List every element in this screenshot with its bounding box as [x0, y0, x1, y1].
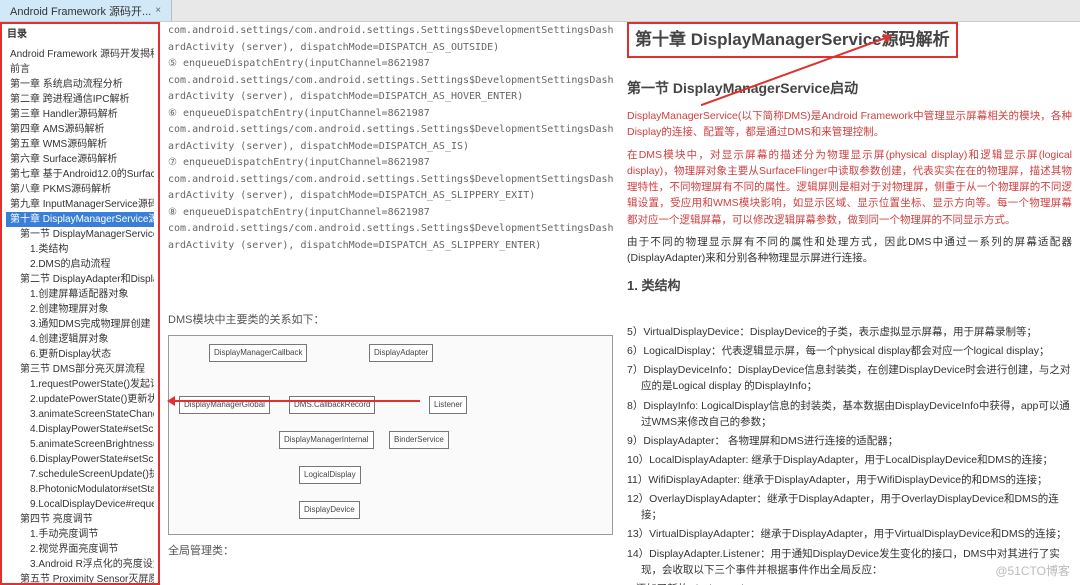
- toc-item[interactable]: 1.requestPowerState()发起请求: [6, 377, 154, 392]
- toc-item[interactable]: 2.创建物理屏对象: [6, 302, 154, 317]
- list-item: 12）OverlayDisplayAdapter：继承于DisplayAdapt…: [627, 491, 1072, 524]
- code-block: com.android.settings/com.android.setting…: [168, 23, 613, 253]
- diagram-box: BinderService: [389, 431, 449, 449]
- main-layout: 目录 Android Framework 源码开发揭秘 前言第一章 系统启动流程…: [0, 22, 1080, 585]
- paragraph: 在DMS模块中，对显示屏幕的描述分为物理显示屏(physical display…: [627, 147, 1072, 228]
- code-line: com.android.settings/com.android.setting…: [168, 23, 613, 39]
- toc-item[interactable]: 1.类结构: [6, 242, 154, 257]
- code-line: ⑤ enqueueDispatchEntry(inputChannel=8621…: [168, 56, 613, 72]
- toc-item[interactable]: 6.更新Display状态: [6, 347, 154, 362]
- class-diagram: DisplayManagerCallback DisplayAdapter Di…: [168, 335, 613, 535]
- diagram-box: Listener: [429, 396, 467, 414]
- toc-item[interactable]: 第五节 Proximity Sensor灭屏原理: [6, 572, 154, 585]
- sub-item: a.添加了新的DisplayDevice；: [627, 581, 1072, 585]
- code-line: ardActivity (server), dispatchMode=DISPA…: [168, 238, 613, 254]
- toc-item[interactable]: 2.视觉界面亮度调节: [6, 542, 154, 557]
- watermark: @51CTO博客: [995, 562, 1070, 579]
- left-column: com.android.settings/com.android.setting…: [168, 22, 613, 585]
- toc-item[interactable]: 第四章 AMS源码解析: [6, 122, 154, 137]
- code-line: ardActivity (server), dispatchMode=DISPA…: [168, 188, 613, 204]
- toc-item[interactable]: 第一章 系统启动流程分析: [6, 77, 154, 92]
- toc-item[interactable]: 6.DisplayPowerState#setScreenBri: [6, 452, 154, 467]
- toc-item[interactable]: 2.updatePowerState()更新状态: [6, 392, 154, 407]
- toc-item[interactable]: 第八章 PKMS源码解析: [6, 182, 154, 197]
- toc-item[interactable]: 第一节 DisplayManagerService启动: [6, 227, 154, 242]
- code-line: ardActivity (server), dispatchMode=DISPA…: [168, 89, 613, 105]
- toc-item[interactable]: 1.手动亮度调节: [6, 527, 154, 542]
- annotation-arrow: [170, 400, 420, 402]
- tab-title: Android Framework 源码开...: [10, 3, 151, 19]
- toc-item[interactable]: 第十章 DisplayManagerService源码解析: [6, 212, 154, 227]
- code-line: ⑧ enqueueDispatchEntry(inputChannel=8621…: [168, 205, 613, 221]
- toc-item[interactable]: 3.通知DMS完成物理屏创建: [6, 317, 154, 332]
- toc-item[interactable]: 4.创建逻辑屏对象: [6, 332, 154, 347]
- diagram-box: DMS.CallbackRecord: [289, 396, 375, 414]
- diagram-box: DisplayAdapter: [369, 344, 433, 362]
- diagram-box: DisplayManagerCallback: [209, 344, 307, 362]
- content-area: com.android.settings/com.android.setting…: [160, 22, 1080, 585]
- code-line: com.android.settings/com.android.setting…: [168, 172, 613, 188]
- toc-list: Android Framework 源码开发揭秘 前言第一章 系统启动流程分析第…: [2, 45, 158, 585]
- class-list: 5）VirtualDisplayDevice：DisplayDevice的子类，…: [627, 324, 1072, 579]
- right-column: 第十章 DisplayManagerService源码解析 第一节 Displa…: [627, 22, 1072, 585]
- list-item: 10）LocalDisplayAdapter: 继承于DisplayAdapte…: [627, 452, 1072, 468]
- diagram-box: DisplayDevice: [299, 501, 360, 519]
- toc-item[interactable]: 8.PhotonicModulator#setState()子: [6, 482, 154, 497]
- paragraph: DisplayManagerService(以下简称DMS)是Android F…: [627, 108, 1072, 141]
- footer-label: 全局管理类：: [168, 543, 613, 560]
- close-icon[interactable]: ×: [155, 5, 161, 16]
- toc-item[interactable]: 前言: [6, 62, 154, 77]
- toc-item[interactable]: 第三节 DMS部分亮灭屏流程: [6, 362, 154, 377]
- toc-item[interactable]: 第六章 Surface源码解析: [6, 152, 154, 167]
- code-line: ⑥ enqueueDispatchEntry(inputChannel=8621…: [168, 106, 613, 122]
- toc-heading: 目录: [2, 24, 158, 45]
- document-tab[interactable]: Android Framework 源码开... ×: [0, 0, 172, 21]
- list-item: 9）DisplayAdapter： 各物理屏和DMS进行连接的适配器；: [627, 433, 1072, 449]
- tab-bar: Android Framework 源码开... ×: [0, 0, 1080, 22]
- toc-item[interactable]: 第三章 Handler源码解析: [6, 107, 154, 122]
- toc-item[interactable]: 5.animateScreenBrightness()更新亮: [6, 437, 154, 452]
- toc-item[interactable]: 2.DMS的启动流程: [6, 257, 154, 272]
- toc-item[interactable]: 3.animateScreenStateChange()灭屏: [6, 407, 154, 422]
- list-item: 11）WifiDisplayAdapter: 继承于DisplayAdapter…: [627, 472, 1072, 488]
- list-item: 6）LogicalDisplay：代表逻辑显示屏，每一个physical dis…: [627, 343, 1072, 359]
- toc-item[interactable]: 3.Android R浮点化的亮度设置: [6, 557, 154, 572]
- toc-item[interactable]: 4.DisplayPowerState#setScreenSta: [6, 422, 154, 437]
- code-line: ardActivity (server), dispatchMode=DISPA…: [168, 139, 613, 155]
- section-title: 第一节 DisplayManagerService启动: [627, 78, 1072, 100]
- heading-3: 1. 类结构: [627, 276, 1072, 296]
- toc-item[interactable]: 第四节 亮度调节: [6, 512, 154, 527]
- diagram-box: DisplayManagerGlobal: [179, 396, 270, 414]
- code-line: com.android.settings/com.android.setting…: [168, 122, 613, 138]
- toc-item[interactable]: 第九章 InputManagerService源码解析: [6, 197, 154, 212]
- code-line: ardActivity (server), dispatchMode=DISPA…: [168, 40, 613, 56]
- list-item: 7）DisplayDeviceInfo：DisplayDevice信息封装类，在…: [627, 362, 1072, 395]
- sidebar-toc: 目录 Android Framework 源码开发揭秘 前言第一章 系统启动流程…: [0, 22, 160, 585]
- list-item: 13）VirtualDisplayAdapter：继承于DisplayAdapt…: [627, 526, 1072, 542]
- list-item: 8）DisplayInfo: LogicalDisplay信息的封装类，基本数据…: [627, 398, 1072, 431]
- toc-item[interactable]: 9.LocalDisplayDevice#requestDisp: [6, 497, 154, 512]
- code-line: com.android.settings/com.android.setting…: [168, 221, 613, 237]
- diagram-box: DisplayManagerInternal: [279, 431, 374, 449]
- code-line: com.android.settings/com.android.setting…: [168, 73, 613, 89]
- toc-item[interactable]: 第二节 DisplayAdapter和DisplayDevice: [6, 272, 154, 287]
- toc-item[interactable]: 第二章 跨进程通信IPC解析: [6, 92, 154, 107]
- chapter-title: 第十章 DisplayManagerService源码解析: [627, 22, 958, 58]
- toc-item[interactable]: 7.scheduleScreenUpdate()执行更新: [6, 467, 154, 482]
- toc-item[interactable]: 第七章 基于Android12.0的SurfaceFlinger源码: [6, 167, 154, 182]
- code-line: ⑦ enqueueDispatchEntry(inputChannel=8621…: [168, 155, 613, 171]
- diagram-box: LogicalDisplay: [299, 466, 361, 484]
- toc-item[interactable]: 1.创建屏幕适配器对象: [6, 287, 154, 302]
- diagram-caption: DMS模块中主要类的关系如下：: [168, 312, 613, 329]
- paragraph: 由于不同的物理显示屏有不同的属性和处理方式，因此DMS中通过一系列的屏幕适配器(…: [627, 234, 1072, 267]
- toc-root[interactable]: Android Framework 源码开发揭秘: [6, 47, 154, 62]
- list-item: 5）VirtualDisplayDevice：DisplayDevice的子类，…: [627, 324, 1072, 340]
- toc-item[interactable]: 第五章 WMS源码解析: [6, 137, 154, 152]
